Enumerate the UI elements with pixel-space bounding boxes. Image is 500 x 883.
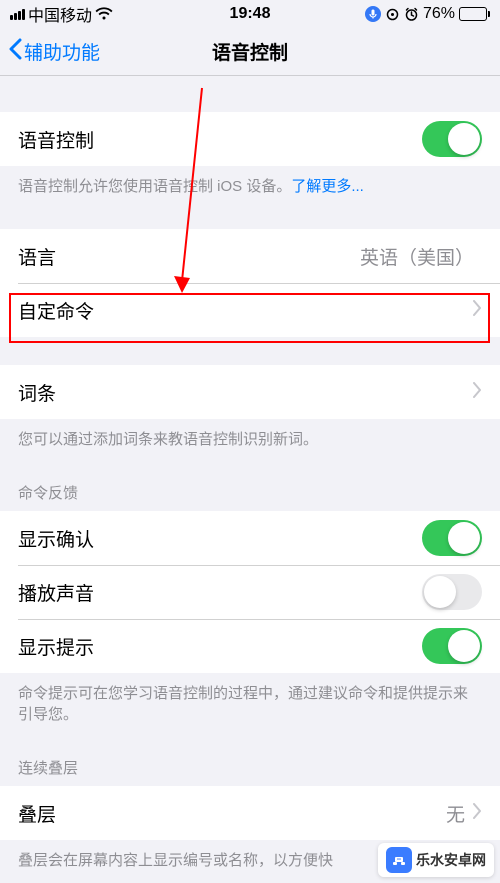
nav-bar: 辅助功能 语音控制 [0, 28, 500, 76]
learn-more-link[interactable]: 了解更多... [291, 178, 364, 195]
group-main: 语音控制 [0, 112, 500, 166]
overlay-header: 连续叠层 [0, 729, 500, 786]
page-title: 语音控制 [212, 38, 288, 65]
signal-icon [10, 9, 25, 20]
voice-control-label: 语音控制 [18, 126, 94, 153]
watermark-text: 乐水安卓网 [416, 850, 486, 870]
status-bar: 中国移动 19:48 76% [0, 0, 500, 28]
language-value: 英语（美国） [360, 243, 474, 270]
custom-commands-label: 自定命令 [18, 297, 94, 324]
overlay-value: 无 [446, 800, 465, 827]
carrier-label: 中国移动 [28, 2, 92, 26]
group-language: 语言 英语（美国） 自定命令 [0, 229, 500, 337]
vocabulary-row[interactable]: 词条 [0, 365, 500, 419]
watermark: 乐水安卓网 [378, 843, 494, 877]
watermark-icon [386, 847, 412, 873]
chevron-left-icon [8, 38, 22, 66]
status-time: 19:48 [230, 5, 271, 23]
language-label: 语言 [18, 243, 56, 270]
battery-percent: 76% [423, 5, 455, 23]
chevron-right-icon [473, 300, 482, 321]
chevron-right-icon [473, 382, 482, 403]
show-confirm-label: 显示确认 [18, 525, 94, 552]
back-label: 辅助功能 [24, 38, 100, 65]
show-confirm-toggle[interactable] [422, 520, 482, 556]
show-hints-row[interactable]: 显示提示 [0, 619, 500, 673]
vocabulary-footer: 您可以通过添加词条来教语音控制识别新词。 [0, 419, 500, 454]
status-right: 76% [365, 5, 490, 23]
group-feedback: 显示确认 播放声音 显示提示 [0, 511, 500, 673]
voice-control-row[interactable]: 语音控制 [0, 112, 500, 166]
group-overlay: 叠层 无 [0, 786, 500, 840]
status-left: 中国移动 [10, 2, 113, 26]
voice-control-footer: 语音控制允许您使用语音控制 iOS 设备。了解更多... [0, 166, 500, 201]
chevron-right-icon [473, 803, 482, 824]
back-button[interactable]: 辅助功能 [8, 38, 100, 66]
overlay-row[interactable]: 叠层 无 [0, 786, 500, 840]
language-row[interactable]: 语言 英语（美国） [0, 229, 500, 283]
voice-icon [365, 6, 381, 22]
battery-icon [459, 7, 490, 21]
custom-commands-row[interactable]: 自定命令 [0, 283, 500, 337]
play-sound-row[interactable]: 播放声音 [0, 565, 500, 619]
play-sound-label: 播放声音 [18, 579, 94, 606]
feedback-header: 命令反馈 [0, 454, 500, 511]
overlay-label: 叠层 [18, 800, 56, 827]
location-icon [385, 7, 400, 22]
wifi-icon [95, 7, 113, 21]
play-sound-toggle[interactable] [422, 574, 482, 610]
show-confirm-row[interactable]: 显示确认 [0, 511, 500, 565]
hints-footer: 命令提示可在您学习语音控制的过程中，通过建议命令和提供提示来引导您。 [0, 673, 500, 729]
show-hints-toggle[interactable] [422, 628, 482, 664]
alarm-icon [404, 7, 419, 22]
vocabulary-label: 词条 [18, 379, 56, 406]
voice-control-toggle[interactable] [422, 121, 482, 157]
show-hints-label: 显示提示 [18, 633, 94, 660]
content: 语音控制 语音控制允许您使用语音控制 iOS 设备。了解更多... 语言 英语（… [0, 76, 500, 883]
group-vocabulary: 词条 [0, 365, 500, 419]
